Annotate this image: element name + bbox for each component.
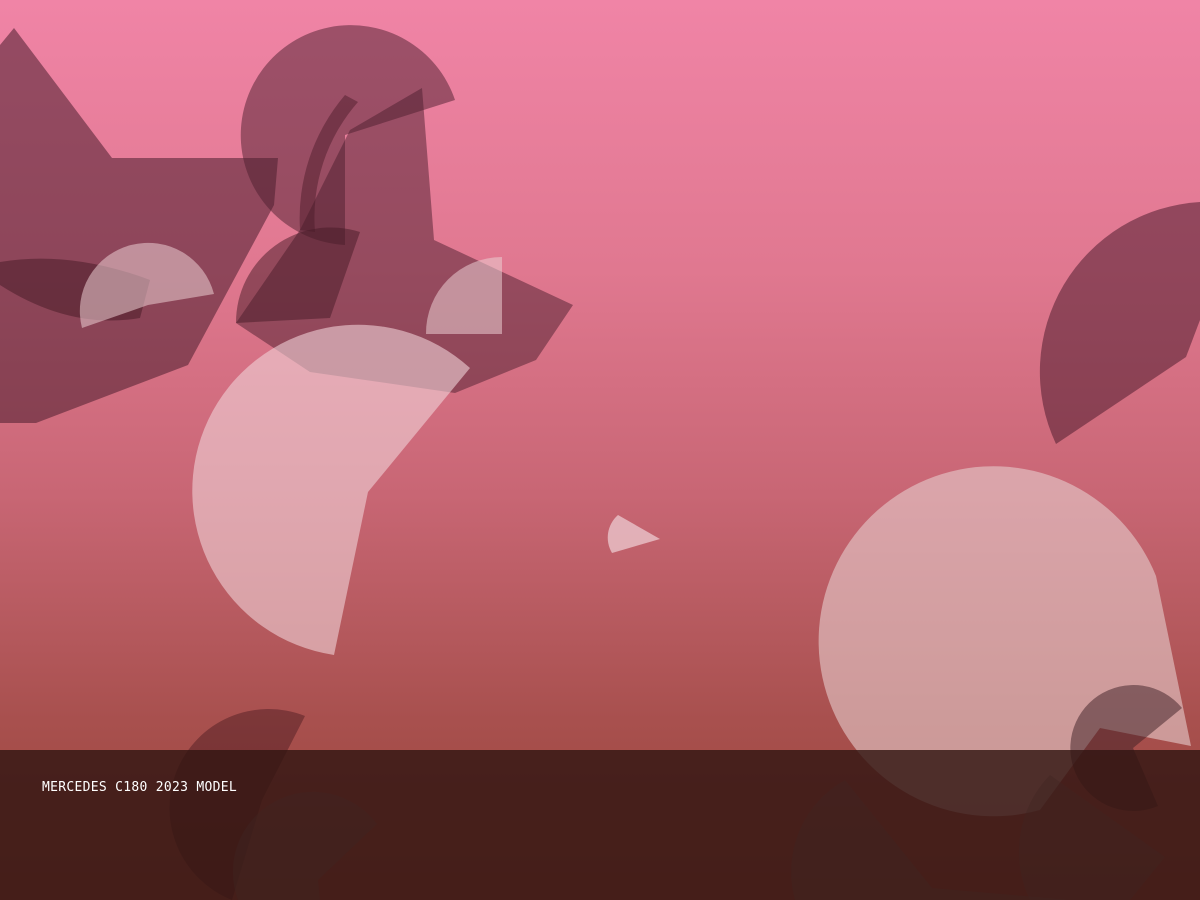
caption-text: MERCEDES C180 2023 MODEL — [42, 780, 238, 795]
light-wedge-small — [607, 515, 660, 553]
caption-bar — [0, 750, 1200, 900]
dark-sector-right — [1039, 202, 1200, 444]
light-pacman-large — [192, 324, 470, 655]
artwork-canvas: MERCEDES C180 2023 MODEL — [0, 0, 1200, 900]
dark-polygon-left — [0, 28, 278, 423]
